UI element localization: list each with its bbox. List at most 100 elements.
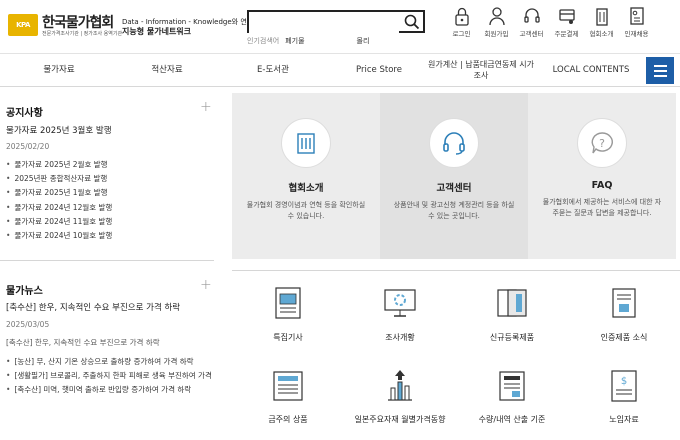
nav-item-estimate-data[interactable]: 적산자료: [108, 54, 226, 86]
util-signup[interactable]: 회원가입: [479, 6, 514, 38]
news-date: 2025/03/05: [6, 320, 50, 329]
svg-text:?: ?: [599, 137, 605, 150]
news-list: [농산] 무, 산지 기온 상승으로 출하량 증가하여 가격 하락 [생활필가]…: [6, 356, 211, 399]
notice-headline[interactable]: 물가자료 2025년 3월호 발행: [6, 124, 112, 136]
popular-keywords: 인기검색어 폐기물 몰리: [247, 36, 369, 46]
popular-label: 인기검색어: [247, 37, 280, 45]
shortcut-label: 신규등록제품: [489, 333, 535, 342]
info-box-about[interactable]: 협회소개 물가협회 경영이념과 연혁 등을 확인하실 수 있습니다.: [232, 93, 380, 259]
shortcut-label: 일본주요자재 월별가격동향: [354, 415, 446, 424]
user-icon: [488, 7, 505, 26]
info-box-desc: 물가협회에서 제공하는 서비스에 대한 자주묻는 질문과 답변을 제공합니다.: [542, 198, 662, 217]
utility-menu: 로그인 회원가입 고객센터 주문결제 협회소개 인재채용: [444, 6, 654, 38]
tagline-line-2: 지능형 물가네트워크: [122, 27, 192, 36]
main-nav: 물가자료 적산자료 E-도서관 Price Store 원가계산 | 납품대금연…: [0, 53, 680, 87]
shortcut-label: 수량/내역 산출 기준: [478, 415, 546, 424]
left-column: 공지사항 + 물가자료 2025년 3월호 발행 2025/02/20 물가자료…: [0, 88, 216, 440]
util-careers[interactable]: 인재채용: [619, 6, 654, 38]
headset-icon: [443, 132, 465, 155]
shortcut-label: 노임자료: [609, 415, 639, 424]
util-careers-label: 인재채용: [624, 30, 649, 38]
notice-more-icon[interactable]: +: [200, 100, 212, 114]
info-box-title: 고객센터: [436, 183, 472, 194]
news-more-icon[interactable]: +: [200, 278, 212, 292]
util-support-label: 고객센터: [519, 30, 544, 38]
list-item[interactable]: [농산] 무, 산지 기온 상승으로 출하량 증가하여 가격 하락: [6, 356, 211, 370]
popular-keyword[interactable]: 폐기물: [285, 36, 304, 46]
logo-subtitle: 전문가격조사기관 | 정가조사 용역기관: [42, 31, 123, 37]
info-box-support[interactable]: 고객센터 상품안내 및 광고신청 계정관리 등을 하실 수 있는 곳입니다.: [380, 93, 528, 259]
shortcut-label: 조사개황: [385, 333, 415, 342]
info-box-icon: [429, 118, 479, 168]
building-icon: [297, 133, 315, 154]
util-signup-label: 회원가입: [484, 30, 509, 38]
shortcut-new-products[interactable]: 신규등록제품: [456, 284, 568, 344]
shortcut-label: 금주의 상품: [268, 415, 308, 424]
shortcut-quantity-standard[interactable]: 수량/내역 산출 기준: [456, 366, 568, 426]
shortcut-featured-article[interactable]: 특집기사: [232, 284, 344, 344]
info-box-title: FAQ: [591, 180, 613, 191]
logo-title: 한국물가협회: [42, 15, 114, 31]
book-icon: [499, 371, 525, 401]
util-about-label: 협회소개: [589, 30, 614, 38]
list-item[interactable]: 물가자료 2025년 1월호 발행: [6, 187, 211, 201]
grid-divider: [232, 270, 680, 271]
news-summary: [축수산] 한우, 지속적인 수요 부진으로 가격 하락: [6, 338, 160, 347]
search-box: [247, 10, 425, 34]
chart-arrow-icon: [388, 370, 412, 401]
list-item[interactable]: [축수산] 미역, 햇미역 출하로 반입량 증가하여 가격 하락: [6, 384, 211, 398]
monitor-icon: [384, 289, 416, 317]
section-divider: [0, 260, 214, 261]
newspaper-icon: [273, 371, 303, 401]
nav-item-local-contents[interactable]: LOCAL CONTENTS: [536, 54, 646, 86]
list-item[interactable]: 물가자료 2024년 11월호 발행: [6, 216, 211, 230]
tagline: Data - Information - Knowledge와 연계된 지능형 …: [122, 17, 260, 37]
logo-badge: KPA: [8, 13, 38, 36]
question-icon: ?: [591, 132, 613, 154]
shortcut-wage-data[interactable]: $ 노임자료: [568, 366, 680, 426]
shortcut-label: 특집기사: [273, 333, 303, 342]
list-item[interactable]: [생활필가] 브로콜리, 주출하지 한파 피해로 생육 부진하여 가격...: [6, 370, 211, 384]
document-icon: [629, 7, 644, 25]
search-input[interactable]: [249, 15, 399, 34]
hamburger-menu-button[interactable]: [646, 57, 674, 84]
cart-icon: [558, 9, 575, 24]
nav-item-price-data[interactable]: 물가자료: [0, 54, 118, 86]
list-item[interactable]: 물가자료 2024년 12월호 발행: [6, 202, 211, 216]
shortcut-certified-news[interactable]: 인증제품 소식: [568, 284, 680, 344]
nav-item-cost-calc[interactable]: 원가계산 | 납품대금연동제 시가조사: [426, 54, 536, 86]
util-order[interactable]: 주문결제: [549, 6, 584, 38]
list-item[interactable]: 물가자료 2024년 10월호 발행: [6, 230, 211, 244]
util-login-label: 로그인: [452, 30, 471, 38]
list-item[interactable]: 2025년판 종합적산자료 발행: [6, 173, 211, 187]
catalog-icon: [497, 289, 527, 317]
article-icon: [275, 287, 301, 319]
shortcut-weekly-product[interactable]: 금주의 상품: [232, 366, 344, 426]
building-icon: [595, 8, 608, 26]
tagline-line-1: Data - Information - Knowledge와 연계된: [122, 18, 260, 26]
notice-title: 공지사항: [6, 108, 43, 119]
svg-text:$: $: [621, 376, 627, 387]
notice-list: 물가자료 2025년 2월호 발행 2025년판 종합적산자료 발행 물가자료 …: [6, 159, 211, 244]
shortcut-japan-materials[interactable]: 일본주요자재 월별가격동향: [344, 366, 456, 426]
info-box-icon: ?: [577, 118, 627, 168]
site-logo[interactable]: KPA 한국물가협회 전문가격조사기관 | 정가조사 용역기관: [8, 12, 122, 37]
info-box-faq[interactable]: ? FAQ 물가협회에서 제공하는 서비스에 대한 자주묻는 질문과 답변을 제…: [528, 93, 676, 259]
nav-item-e-library[interactable]: E-도서관: [214, 54, 332, 86]
util-login[interactable]: 로그인: [444, 6, 479, 38]
info-box-desc: 물가협회 경영이념과 연혁 등을 확인하실 수 있습니다.: [246, 201, 366, 220]
info-box-desc: 상품안내 및 광고신청 계정관리 등을 하실 수 있는 곳입니다.: [393, 201, 515, 220]
info-box-title: 협회소개: [288, 183, 324, 194]
info-boxes: 협회소개 물가협회 경영이념과 연혁 등을 확인하실 수 있습니다. 고객센터 …: [232, 93, 680, 259]
news-headline[interactable]: [축수산] 한우, 지속적인 수요 부진으로 가격 하락: [6, 301, 180, 313]
shortcut-survey-overview[interactable]: 조사개황: [344, 284, 456, 344]
popular-keyword[interactable]: 몰리: [357, 36, 370, 46]
search-icon[interactable]: [404, 14, 420, 30]
nav-item-price-store[interactable]: Price Store: [320, 54, 438, 86]
shortcut-label: 인증제품 소식: [600, 333, 648, 342]
util-support[interactable]: 고객센터: [514, 6, 549, 38]
util-about[interactable]: 협회소개: [584, 6, 619, 38]
lock-icon: [454, 7, 469, 26]
list-item[interactable]: 물가자료 2025년 2월호 발행: [6, 159, 211, 173]
news-title: 물가뉴스: [6, 286, 43, 297]
